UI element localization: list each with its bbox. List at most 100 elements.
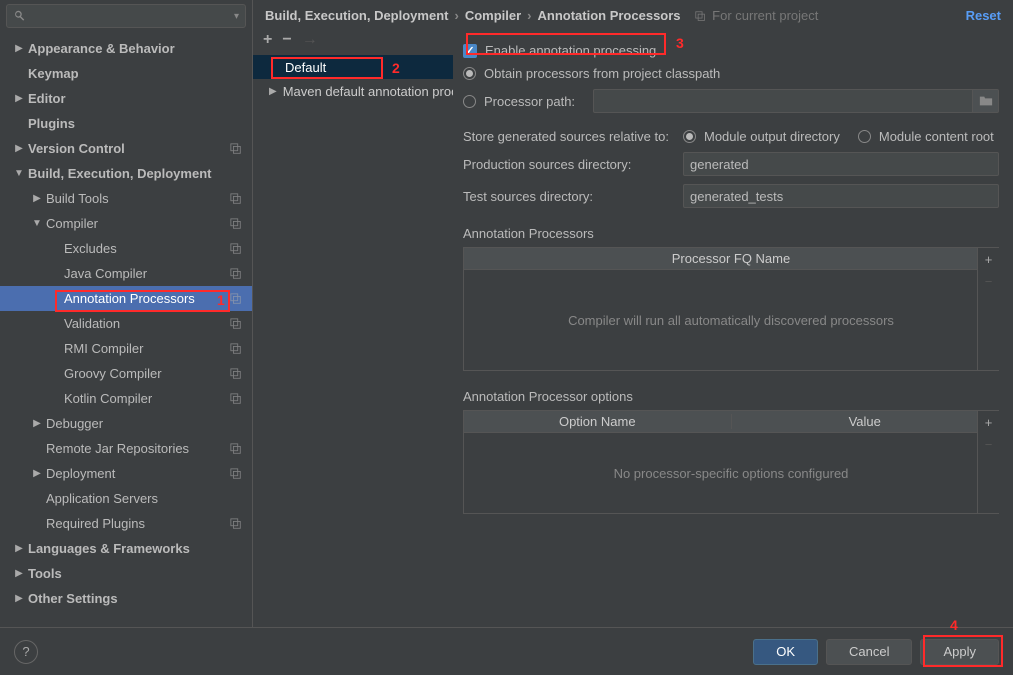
browse-path-button[interactable]: [973, 89, 999, 113]
tree-item-label: Application Servers: [46, 491, 252, 506]
tree-item-plugins[interactable]: Plugins: [0, 111, 252, 136]
cancel-button[interactable]: Cancel: [826, 639, 912, 665]
profile-toolbar: + − →: [253, 25, 453, 55]
test-dir-label: Test sources directory:: [463, 189, 683, 204]
project-scope-icon: [230, 368, 242, 380]
profile-label: Maven default annotation processors: [283, 84, 453, 99]
opt-remove-button: −: [978, 433, 999, 455]
project-scope-icon: [230, 293, 242, 305]
tree-item-editor[interactable]: ▶ Editor: [0, 86, 252, 111]
project-scope-icon: [230, 468, 242, 480]
breadcrumb: Build, Execution, Deployment›Compiler›An…: [265, 8, 681, 23]
tree-item-other-settings[interactable]: ▶ Other Settings: [0, 586, 252, 611]
tree-item-version-control[interactable]: ▶Version Control: [0, 136, 252, 161]
tree-item-label: Remote Jar Repositories: [46, 441, 252, 456]
ok-button[interactable]: OK: [753, 639, 818, 665]
tree-item-kotlin-compiler[interactable]: Kotlin Compiler: [0, 386, 252, 411]
opt-add-button[interactable]: +: [978, 411, 999, 433]
enable-annotation-checkbox[interactable]: [463, 44, 477, 58]
apply-button[interactable]: Apply: [920, 639, 999, 665]
search-icon: [13, 9, 27, 23]
expand-icon: ▶: [32, 468, 42, 479]
project-scope-icon: [230, 143, 242, 155]
tree-item-label: Annotation Processors: [64, 291, 252, 306]
remove-profile-button[interactable]: −: [282, 31, 291, 49]
tree-item-remote-jar-repositories[interactable]: Remote Jar Repositories: [0, 436, 252, 461]
expand-icon: ▶: [14, 43, 24, 54]
tree-item-build-tools[interactable]: ▶Build Tools: [0, 186, 252, 211]
tree-item-label: Other Settings: [28, 591, 252, 606]
tree-item-label: Version Control: [28, 141, 252, 156]
processor-path-radio[interactable]: [463, 95, 476, 108]
tree-item-keymap[interactable]: Keymap: [0, 61, 252, 86]
tree-item-label: RMI Compiler: [64, 341, 252, 356]
obtain-classpath-radio[interactable]: [463, 67, 476, 80]
prod-dir-input[interactable]: [683, 152, 999, 176]
tree-item-java-compiler[interactable]: Java Compiler: [0, 261, 252, 286]
ap-section-title: Annotation Processors: [463, 226, 999, 241]
tree-item-required-plugins[interactable]: Required Plugins: [0, 511, 252, 536]
tree-item-tools[interactable]: ▶Tools: [0, 561, 252, 586]
help-button[interactable]: ?: [14, 640, 38, 664]
expand-icon: ▶: [32, 418, 42, 429]
add-profile-button[interactable]: +: [263, 31, 272, 49]
prod-dir-label: Production sources directory:: [463, 157, 683, 172]
expand-icon: ▶: [14, 593, 24, 604]
ap-table: Processor FQ Name Compiler will run all …: [463, 247, 999, 371]
tree-item-languages-frameworks[interactable]: ▶ Languages & Frameworks: [0, 536, 252, 561]
ap-add-button[interactable]: +: [978, 248, 999, 270]
tree-item-label: Java Compiler: [64, 266, 252, 281]
profile-label: Default: [285, 60, 326, 75]
tree-item-compiler[interactable]: ▼ Compiler: [0, 211, 252, 236]
profile-item[interactable]: Default: [253, 55, 453, 79]
project-scope-icon: [230, 268, 242, 280]
chevron-down-icon[interactable]: ▾: [234, 11, 239, 22]
folder-icon: [979, 95, 993, 107]
module-content-radio[interactable]: [858, 130, 871, 143]
ap-header: Processor FQ Name: [464, 251, 998, 266]
ap-remove-button: −: [978, 270, 999, 292]
project-scope-icon: [230, 393, 242, 405]
tree-item-label: Build, Execution, Deployment: [28, 166, 252, 181]
project-scope-icon: [230, 443, 242, 455]
expand-icon: ▶: [14, 93, 24, 104]
module-output-radio[interactable]: [683, 130, 696, 143]
tree-item-debugger[interactable]: ▶Debugger: [0, 411, 252, 436]
settings-tree: ▶ Appearance & Behavior Keymap ▶ Editor Plugi…: [0, 32, 252, 627]
test-dir-input[interactable]: [683, 184, 999, 208]
tree-item-label: Groovy Compiler: [64, 366, 252, 381]
processor-path-input[interactable]: [593, 89, 973, 113]
tree-item-label: Languages & Frameworks: [28, 541, 252, 556]
tree-item-application-servers[interactable]: Application Servers: [0, 486, 252, 511]
expand-icon: ▶: [32, 193, 42, 204]
opt-empty-text: No processor-specific options configured: [464, 433, 998, 513]
search-input[interactable]: [31, 9, 234, 24]
opt-section-title: Annotation Processor options: [463, 389, 999, 404]
project-scope-icon: [230, 518, 242, 530]
tree-item-deployment[interactable]: ▶Deployment: [0, 461, 252, 486]
profile-item[interactable]: ▶Maven default annotation processors: [253, 79, 453, 103]
search-input-container[interactable]: ▾: [6, 4, 246, 28]
tree-item-label: Validation: [64, 316, 252, 331]
expand-icon: ▼: [32, 218, 42, 229]
tree-item-label: Compiler: [46, 216, 252, 231]
tree-item-excludes[interactable]: Excludes: [0, 236, 252, 261]
ap-empty-text: Compiler will run all automatically disc…: [464, 270, 998, 370]
tree-item-groovy-compiler[interactable]: Groovy Compiler: [0, 361, 252, 386]
tree-item-validation[interactable]: Validation: [0, 311, 252, 336]
project-scope-icon: [230, 218, 242, 230]
scope-label: For current project: [695, 8, 819, 23]
module-content-label: Module content root: [879, 129, 994, 144]
tree-item-annotation-processors[interactable]: Annotation Processors: [0, 286, 252, 311]
opt-header-name: Option Name: [464, 414, 732, 429]
expand-icon: ▶: [14, 543, 24, 554]
expand-icon: ▶: [14, 568, 24, 579]
project-scope-icon: [230, 318, 242, 330]
reset-link[interactable]: Reset: [966, 8, 1001, 23]
tree-item-label: Editor: [28, 91, 252, 106]
tree-item-rmi-compiler[interactable]: RMI Compiler: [0, 336, 252, 361]
tree-item-appearance-behavior[interactable]: ▶ Appearance & Behavior: [0, 36, 252, 61]
project-scope-icon: [230, 243, 242, 255]
tree-item-build-execution-deployment[interactable]: ▼Build, Execution, Deployment: [0, 161, 252, 186]
tree-item-label: Appearance & Behavior: [28, 41, 252, 56]
